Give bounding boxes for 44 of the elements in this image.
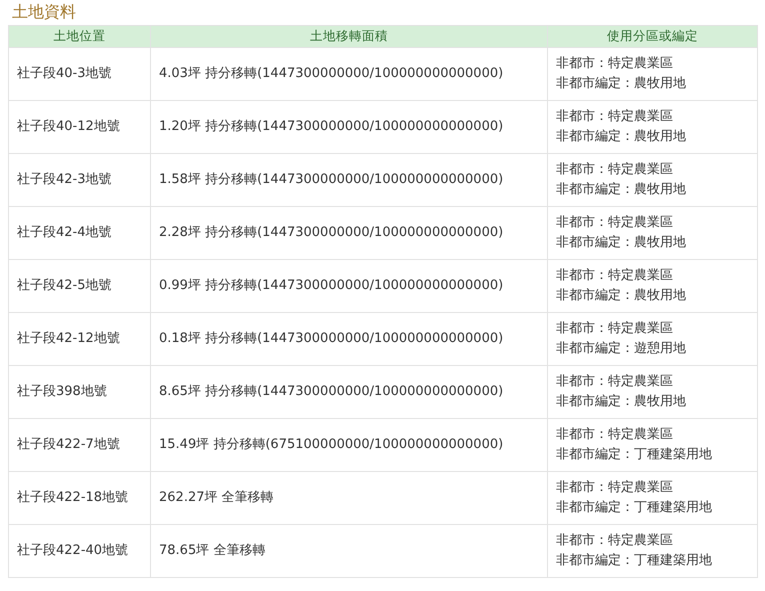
zoning-line: 非都市：特定農業區 xyxy=(556,55,673,73)
transfer-area: 1.58坪 持分移轉(1447300000000/100000000000000) xyxy=(159,170,504,190)
zoning-line: 非都市編定：遊憩用地 xyxy=(556,340,686,358)
land-location: 社子段42-3地號 xyxy=(17,171,112,189)
zoning-line: 非都市編定：丁種建築用地 xyxy=(556,499,712,517)
transfer-area: 8.65坪 持分移轉(1447300000000/100000000000000) xyxy=(159,382,504,402)
column-header: 土地位置 xyxy=(54,28,106,43)
zoning-line: 非都市編定：農牧用地 xyxy=(556,181,686,199)
transfer-area: 0.18坪 持分移轉(1447300000000/100000000000000) xyxy=(159,329,504,349)
land-location: 社子段422-7地號 xyxy=(17,436,120,454)
zoning-line: 非都市：特定農業區 xyxy=(556,479,673,497)
land-location: 社子段42-4地號 xyxy=(17,224,112,242)
zoning-line: 非都市編定：丁種建築用地 xyxy=(556,446,712,464)
transfer-area: 78.65坪 全筆移轉 xyxy=(159,541,266,561)
zoning-line: 非都市：特定農業區 xyxy=(556,320,673,338)
transfer-area: 262.27坪 全筆移轉 xyxy=(159,488,274,508)
land-location: 社子段42-12地號 xyxy=(17,330,120,348)
land-location: 社子段42-5地號 xyxy=(17,277,112,295)
column-header: 土地移轉面積 xyxy=(310,28,388,43)
transfer-area: 4.03坪 持分移轉(1447300000000/100000000000000) xyxy=(159,64,504,84)
zoning-line: 非都市：特定農業區 xyxy=(556,214,673,232)
zoning-line: 非都市編定：農牧用地 xyxy=(556,234,686,252)
transfer-area: 1.20坪 持分移轉(1447300000000/100000000000000) xyxy=(159,117,504,137)
zoning-line: 非都市編定：農牧用地 xyxy=(556,75,686,93)
transfer-area: 0.99坪 持分移轉(1447300000000/100000000000000) xyxy=(159,276,504,296)
zoning-line: 非都市：特定農業區 xyxy=(556,426,673,444)
zoning-line: 非都市編定：農牧用地 xyxy=(556,287,686,305)
zoning-line: 非都市編定：農牧用地 xyxy=(556,128,686,146)
land-location: 社子段40-12地號 xyxy=(17,118,120,136)
zoning-line: 非都市：特定農業區 xyxy=(556,373,673,391)
land-location: 社子段40-3地號 xyxy=(17,65,112,83)
transfer-area: 15.49坪 持分移轉(675100000000/100000000000000) xyxy=(159,435,504,455)
zoning-line: 非都市編定：丁種建築用地 xyxy=(556,552,712,570)
column-header: 使用分區或編定 xyxy=(607,28,698,43)
transfer-area: 2.28坪 持分移轉(1447300000000/100000000000000) xyxy=(159,223,504,243)
land-location: 社子段398地號 xyxy=(17,383,107,401)
land-location: 社子段422-18地號 xyxy=(17,489,128,507)
section-title: 土地資料 xyxy=(11,1,77,23)
zoning-line: 非都市：特定農業區 xyxy=(556,267,673,285)
zoning-line: 非都市：特定農業區 xyxy=(556,532,673,550)
zoning-line: 非都市：特定農業區 xyxy=(556,161,673,179)
zoning-line: 非都市編定：農牧用地 xyxy=(556,393,686,411)
land-location: 社子段422-40地號 xyxy=(17,542,128,560)
zoning-line: 非都市：特定農業區 xyxy=(556,108,673,126)
